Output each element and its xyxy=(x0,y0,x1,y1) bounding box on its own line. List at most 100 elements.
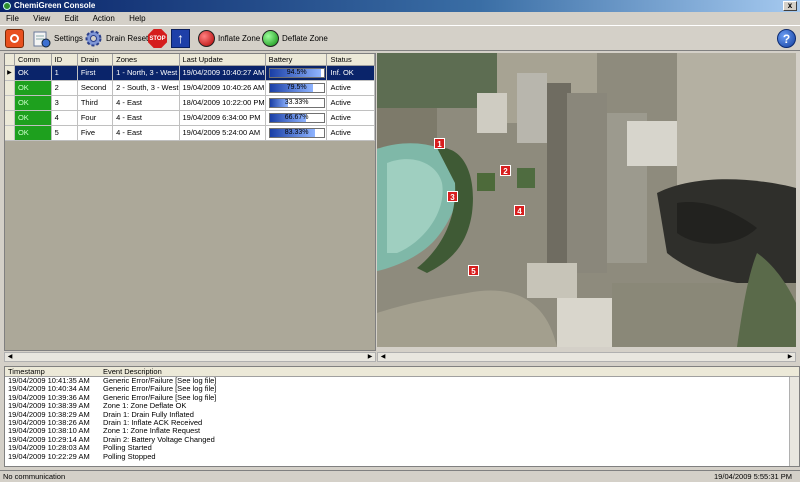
column-header-zones[interactable]: Zones xyxy=(112,54,180,66)
zones-cell: 2 - South, 3 - West xyxy=(112,80,180,96)
deflate-zone-label: Deflate Zone xyxy=(282,34,328,43)
drain-cell: Four xyxy=(77,110,114,126)
inflate-zone-button[interactable]: Inflate Zone xyxy=(198,28,260,49)
table-row[interactable]: OK 2 Second 2 - South, 3 - West 19/04/20… xyxy=(5,80,375,96)
last-update-cell: 19/04/2009 10:40:27 AM xyxy=(179,65,266,81)
status-clock: 19/04/2009 5:55:31 PM xyxy=(714,472,792,481)
battery-cell: 79.5% xyxy=(265,80,328,96)
table-row[interactable]: ▶ OK 1 First 1 - North, 3 - West 19/04/2… xyxy=(5,65,375,81)
zone-marker-4[interactable]: 4 xyxy=(514,205,525,216)
row-indicator-header xyxy=(5,54,15,66)
column-header-id[interactable]: ID xyxy=(51,54,78,66)
help-icon: ? xyxy=(777,29,796,48)
drain-reset-label: Drain Reset xyxy=(106,34,149,43)
column-header-drain[interactable]: Drain xyxy=(77,54,114,66)
column-header-battery[interactable]: Battery xyxy=(265,54,328,66)
last-update-cell: 19/04/2009 5:24:00 AM xyxy=(179,125,266,141)
zone-marker-2[interactable]: 2 xyxy=(500,165,511,176)
drain-cell: First xyxy=(77,65,114,81)
zones-cell: 4 - East xyxy=(112,125,180,141)
table-row[interactable]: OK 4 Four 4 - East 19/04/2009 6:34:00 PM… xyxy=(5,110,375,126)
menu-action[interactable]: Action xyxy=(87,12,121,25)
battery-percent: 66.67% xyxy=(284,113,309,121)
red-light-icon xyxy=(198,30,215,47)
last-update-cell: 19/04/2009 6:34:00 PM xyxy=(179,110,266,126)
scroll-right-icon[interactable]: ▶ xyxy=(785,353,795,361)
comm-cell: OK xyxy=(14,80,52,96)
column-header-status[interactable]: Status xyxy=(326,54,375,66)
drain-reset-button[interactable]: Drain Reset xyxy=(84,28,148,49)
drains-grid: Comm ID Drain Zones Last Update Battery … xyxy=(4,53,376,351)
table-row[interactable]: OK 5 Five 4 - East 19/04/2009 5:24:00 AM… xyxy=(5,125,375,141)
zone-marker-5[interactable]: 5 xyxy=(468,265,479,276)
list-item[interactable]: 19/04/2009 10:22:29 AM Polling Stopped xyxy=(5,452,799,461)
status-bar: No communication 19/04/2009 5:55:31 PM xyxy=(0,470,800,482)
status-cell: Active xyxy=(326,95,375,111)
id-cell: 5 xyxy=(51,125,78,141)
battery-bar: 83.33% xyxy=(268,127,325,138)
app-icon xyxy=(3,2,11,10)
gear-icon xyxy=(84,29,103,48)
battery-cell: 66.67% xyxy=(265,110,328,126)
map-horizontal-scrollbar[interactable]: ◀ ▶ xyxy=(377,352,796,362)
menu-file[interactable]: File xyxy=(0,12,25,25)
zones-cell: 4 - East xyxy=(112,95,180,111)
drain-cell: Second xyxy=(77,80,114,96)
settings-button[interactable]: Settings xyxy=(32,28,83,49)
table-row[interactable]: OK 3 Third 4 - East 18/04/2009 10:22:00 … xyxy=(5,95,375,111)
last-update-cell: 19/04/2009 10:40:26 AM xyxy=(179,80,266,96)
menu-edit[interactable]: Edit xyxy=(59,12,85,25)
id-cell: 1 xyxy=(51,65,78,81)
title-bar: ChemiGreen Console x xyxy=(0,0,800,12)
comm-cell: OK xyxy=(14,65,52,81)
close-button[interactable]: x xyxy=(783,1,797,11)
status-cell: Inf. OK xyxy=(326,65,375,81)
window-title: ChemiGreen Console xyxy=(14,1,96,10)
id-cell: 2 xyxy=(51,80,78,96)
scroll-left-icon[interactable]: ◀ xyxy=(5,353,15,361)
stop-button[interactable]: STOP xyxy=(148,28,167,49)
comm-cell: OK xyxy=(14,95,52,111)
aerial-map-image xyxy=(377,53,796,347)
comm-cell: OK xyxy=(14,110,52,126)
help-button[interactable]: ? xyxy=(777,28,796,49)
status-cell: Active xyxy=(326,110,375,126)
battery-percent: 94.5% xyxy=(286,68,307,76)
battery-bar: 66.67% xyxy=(268,112,325,123)
battery-cell: 83.33% xyxy=(265,125,328,141)
battery-bar: 33.33% xyxy=(268,97,325,108)
drain-cell: Third xyxy=(77,95,114,111)
stop-icon: STOP xyxy=(148,29,167,48)
scroll-right-icon[interactable]: ▶ xyxy=(365,353,375,361)
scroll-left-icon[interactable]: ◀ xyxy=(378,353,388,361)
event-log-vertical-scrollbar[interactable] xyxy=(789,377,799,466)
battery-bar: 94.5% xyxy=(268,67,325,78)
zone-marker-1[interactable]: 1 xyxy=(434,138,445,149)
column-header-comm[interactable]: Comm xyxy=(14,54,52,66)
zones-cell: 1 - North, 3 - West xyxy=(112,65,180,81)
zone-marker-3[interactable]: 3 xyxy=(447,191,458,202)
green-light-icon xyxy=(262,30,279,47)
battery-cell: 94.5% xyxy=(265,65,328,81)
menu-help[interactable]: Help xyxy=(123,12,151,25)
power-icon xyxy=(5,29,24,48)
id-cell: 4 xyxy=(51,110,78,126)
row-selector-icon: ▶ xyxy=(5,65,15,81)
power-button[interactable] xyxy=(5,28,24,49)
up-arrow-button[interactable]: ↑ xyxy=(171,28,190,49)
menu-view[interactable]: View xyxy=(27,12,56,25)
deflate-zone-button[interactable]: Deflate Zone xyxy=(262,28,328,49)
aerial-map[interactable]: 1 2 3 4 5 xyxy=(377,53,796,347)
grid-header: Comm ID Drain Zones Last Update Battery … xyxy=(5,54,375,66)
inflate-zone-label: Inflate Zone xyxy=(218,34,261,43)
arrow-up-icon: ↑ xyxy=(171,29,190,48)
battery-percent: 33.33% xyxy=(284,98,309,106)
battery-percent: 83.33% xyxy=(284,128,309,136)
column-header-last-update[interactable]: Last Update xyxy=(179,54,266,66)
comm-cell: OK xyxy=(14,125,52,141)
last-update-cell: 18/04/2009 10:22:00 PM xyxy=(179,95,266,111)
settings-label: Settings xyxy=(54,34,83,43)
toolbar: Settings Drain Reset STOP ↑ Inflate Zone… xyxy=(0,25,800,51)
status-text: No communication xyxy=(3,472,66,481)
grid-horizontal-scrollbar[interactable]: ◀ ▶ xyxy=(4,352,376,362)
